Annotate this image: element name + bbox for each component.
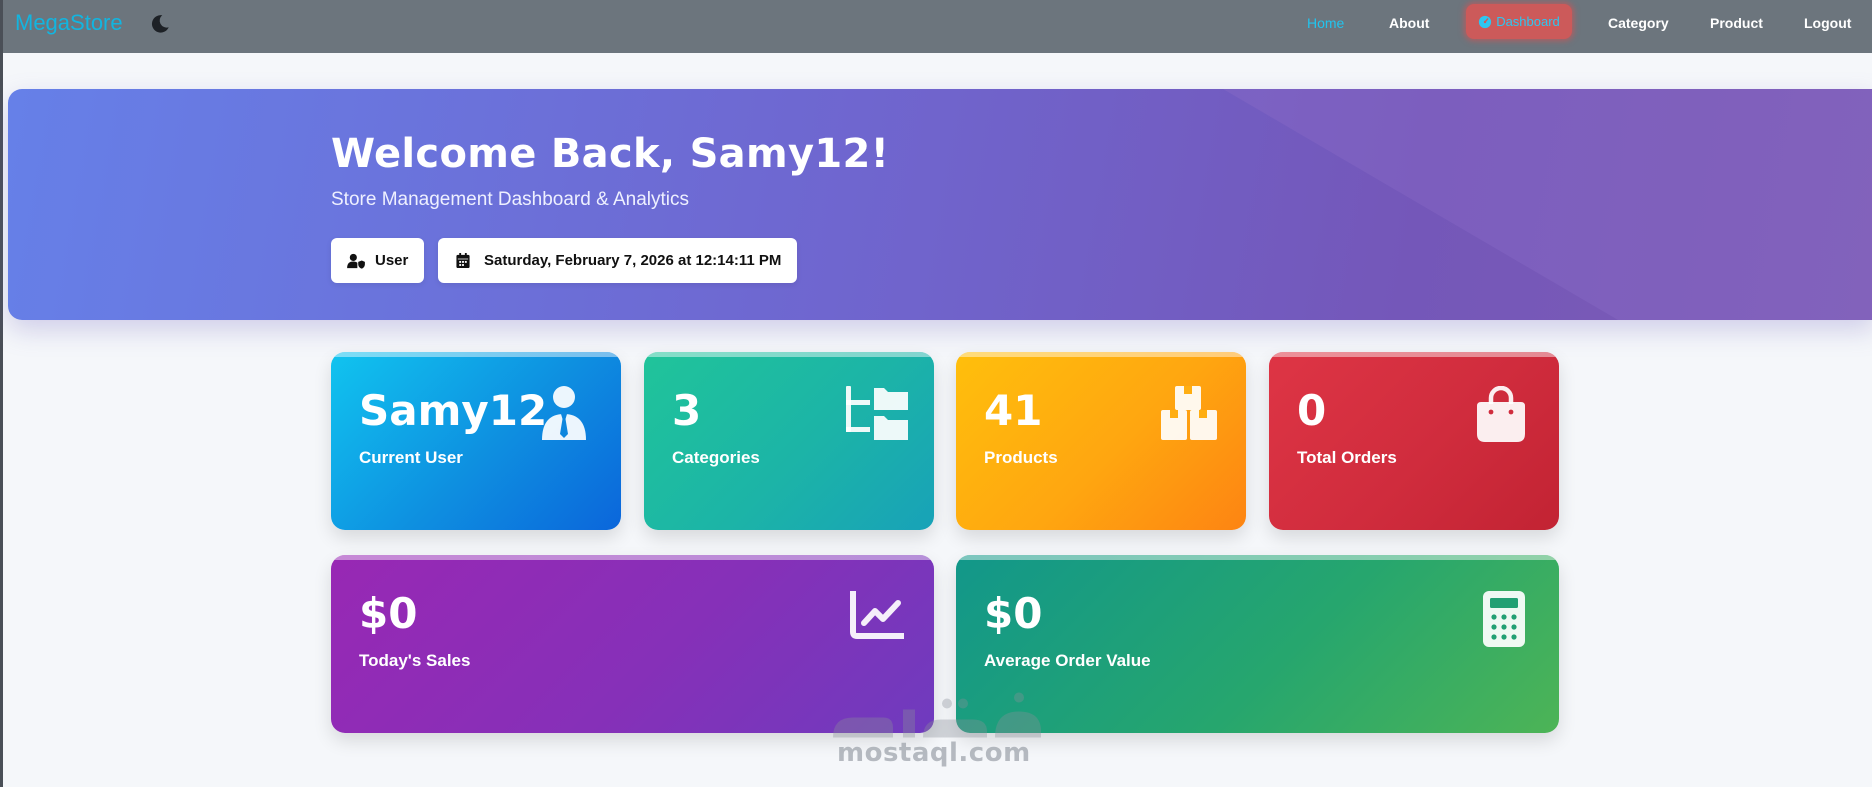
user-tie-icon <box>542 386 586 440</box>
app-window: MegaStore Home About Dashboard Category … <box>0 0 1872 787</box>
stat-card-products: 41 Products <box>956 352 1246 530</box>
stat-label: Products <box>984 448 1058 467</box>
calculator-icon <box>1483 591 1525 647</box>
nav-category[interactable]: Category <box>1608 15 1669 31</box>
stat-label: Today's Sales <box>359 651 471 670</box>
stat-value: $0 <box>359 589 418 638</box>
welcome-subtitle: Store Management Dashboard & Analytics <box>331 189 690 210</box>
stat-card-categories: 3 Categories <box>644 352 934 530</box>
stat-label: Total Orders <box>1297 448 1397 467</box>
stat-label: Current User <box>359 448 463 467</box>
calendar-icon <box>456 253 470 268</box>
top-navbar: MegaStore Home About Dashboard Category … <box>3 0 1872 53</box>
dark-mode-toggle-moon-icon[interactable] <box>149 13 171 35</box>
watermark-text: mostaql.com <box>837 738 1031 768</box>
stat-value: 0 <box>1297 386 1327 435</box>
shopping-bag-icon <box>1477 386 1525 442</box>
welcome-title: Welcome Back, Samy12! <box>331 131 890 177</box>
brand-logo[interactable]: MegaStore <box>15 10 123 36</box>
nav-home[interactable]: Home <box>1307 15 1344 31</box>
stat-value: Samy12 <box>359 386 548 435</box>
stat-card-total-orders: 0 Total Orders <box>1269 352 1559 530</box>
current-datetime: Saturday, February 7, 2026 at 12:14:11 P… <box>484 252 782 269</box>
user-shield-icon <box>347 253 365 269</box>
nav-dashboard-label: Dashboard <box>1496 14 1560 29</box>
chart-line-icon <box>850 591 904 639</box>
user-role-badge: User <box>331 238 425 283</box>
stat-value: 3 <box>672 386 702 435</box>
boxes-icon <box>1161 386 1217 440</box>
nav-logout[interactable]: Logout <box>1804 15 1851 31</box>
stat-value: $0 <box>984 589 1043 638</box>
user-role-label: User <box>375 252 409 269</box>
nav-about[interactable]: About <box>1389 15 1429 31</box>
hero-decorative-shape <box>1223 89 1872 320</box>
stat-value: 41 <box>984 386 1043 435</box>
stat-label: Categories <box>672 448 760 467</box>
stat-card-current-user: Samy12 Current User <box>331 352 621 530</box>
gauge-icon <box>1479 15 1492 28</box>
stat-label: Average Order Value <box>984 651 1151 670</box>
welcome-hero: Welcome Back, Samy12! Store Management D… <box>8 89 1872 320</box>
nav-product[interactable]: Product <box>1710 15 1763 31</box>
nav-dashboard[interactable]: Dashboard <box>1466 4 1572 39</box>
folder-tree-icon <box>846 386 908 440</box>
current-datetime-badge: Saturday, February 7, 2026 at 12:14:11 P… <box>438 238 798 283</box>
